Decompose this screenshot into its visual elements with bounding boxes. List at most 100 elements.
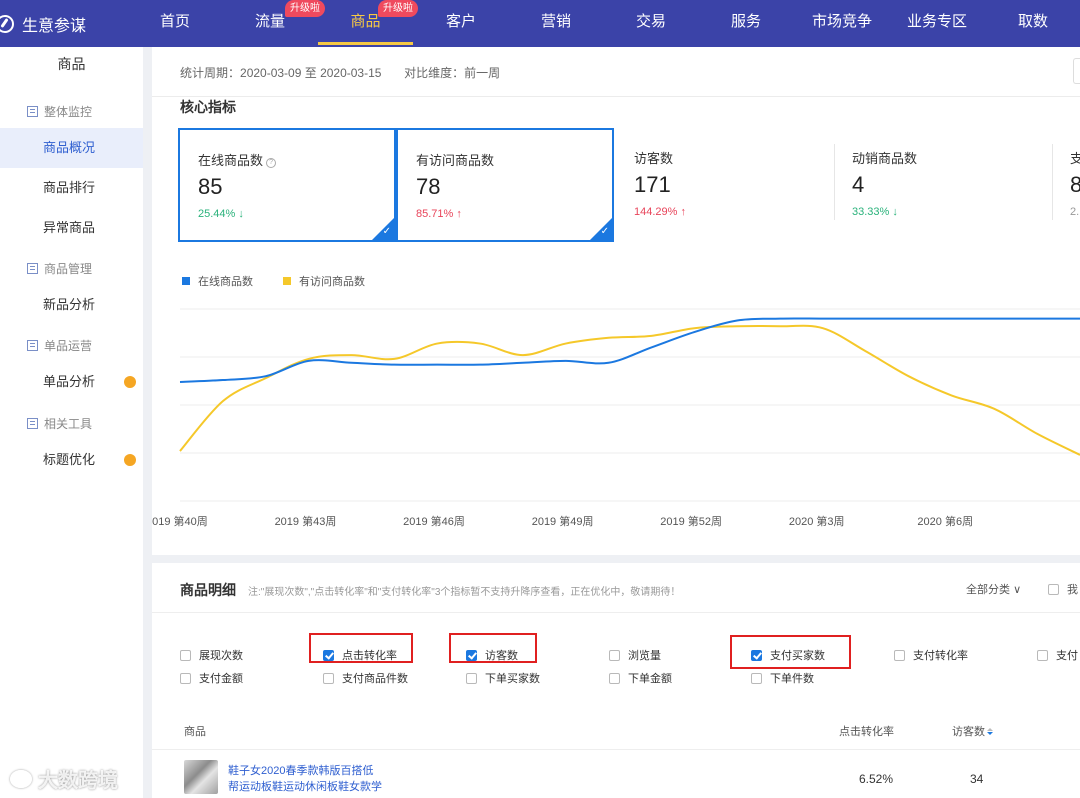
option-label: 支付商品件数 (342, 673, 408, 685)
checkbox[interactable] (894, 649, 905, 661)
kpi-label: 在线商品数? (198, 150, 277, 169)
compare-value[interactable]: 前一周 (464, 66, 500, 80)
table-row: 鞋子女2020春季款韩版百搭低 帮运动板鞋运动休闲板鞋女款学 6.52% 34 (152, 749, 1080, 798)
brand[interactable]: 生意参谋 (0, 0, 86, 47)
sidebar-item-overview[interactable]: 商品概况 (0, 128, 143, 168)
kpi-payment[interactable]: 支 8 2. (1052, 128, 1080, 242)
sidebar-group-label: 单品运营 (44, 339, 93, 353)
period-text: 统计周期：2020-03-09 至 2020-03-15 对比维度：前一周 (180, 64, 500, 81)
sidebar-item-label: 标题优化 (43, 452, 96, 467)
kpi-online-products[interactable]: 在线商品数? 85 25.44% ✓ (178, 128, 396, 242)
kpi-visited-products[interactable]: 有访问商品数 78 85.71% ✓ (396, 128, 614, 242)
arrow-up-icon (681, 206, 687, 218)
kpi-label: 支 (1070, 151, 1080, 166)
brand-name: 生意参谋 (22, 17, 87, 35)
building-icon (27, 263, 38, 274)
product-name-line: 帮运动板鞋运动休闲板鞋女款学 (228, 781, 382, 793)
kpi-change-value: 85.71% (416, 208, 454, 220)
nav-marketing[interactable]: 营销 (541, 0, 571, 47)
checkbox[interactable] (323, 672, 334, 684)
option-payment-amount[interactable]: 支付金额 (180, 670, 243, 686)
category-label: 全部分类 (966, 584, 1010, 596)
checkbox[interactable] (180, 649, 191, 661)
checkbox[interactable] (751, 672, 762, 684)
option-order-items[interactable]: 下单件数 (751, 670, 814, 686)
sidebar-group-label: 商品管理 (44, 262, 93, 276)
check-icon: ✓ (600, 226, 609, 237)
col-click-rate[interactable]: 点击转化率 (839, 723, 894, 739)
sidebar-item-label: 商品概况 (43, 140, 96, 155)
legend-item[interactable]: 在线商品数 (182, 273, 253, 289)
legend-item[interactable]: 有访问商品数 (283, 273, 365, 289)
sidebar-title: 商品 (57, 56, 86, 72)
nav-label: 首页 (160, 13, 191, 30)
option-label: 展现次数 (199, 650, 243, 662)
checkbox[interactable] (466, 672, 477, 684)
date-picker-edge[interactable] (1073, 58, 1080, 84)
option-order-amount[interactable]: 下单金额 (609, 670, 672, 686)
col-product: 商品 (184, 726, 206, 738)
option-payment-rate[interactable]: 支付转化率 (894, 647, 968, 663)
sidebar-item-single-analysis[interactable]: 单品分析 (0, 362, 143, 402)
kpi-visitors[interactable]: 访客数 171 144.29% (616, 128, 834, 242)
kpi-label: 有访问商品数 (416, 153, 495, 168)
trend-line-chart: 2019 第40周 2019 第43周 2019 第46周 2019 第49周 2019… (152, 308, 1080, 527)
nav-label: 商品 (350, 13, 381, 30)
my-checkbox[interactable]: 我 (1048, 581, 1078, 597)
checkbox[interactable] (1037, 649, 1048, 661)
option-label: 下单件数 (770, 673, 814, 685)
sidebar-group-management: 商品管理 (27, 260, 92, 277)
nav-label: 业务专区 (906, 13, 967, 30)
sidebar-item-label: 商品排行 (43, 180, 96, 195)
checkbox[interactable] (609, 649, 620, 661)
option-order-buyers[interactable]: 下单买家数 (466, 670, 540, 686)
upgrade-badge: 升级啦 (378, 0, 418, 17)
nav-traffic[interactable]: 流量 (255, 0, 285, 47)
watermark-text: 大数跨境 (38, 770, 118, 792)
sidebar-item-abnormal[interactable]: 异常商品 (0, 208, 143, 248)
sidebar: 商品 整体监控 商品概况 商品排行 异常商品 商品管理 新品分析 单品运营 单品… (0, 47, 143, 798)
kpi-change: 33.33% (852, 206, 898, 218)
sidebar-item-title-optimize[interactable]: 标题优化 (0, 440, 143, 480)
nav-data-fetch[interactable]: 取数 (1017, 0, 1049, 47)
nav-trade[interactable]: 交易 (636, 0, 666, 47)
help-icon[interactable]: ? (266, 158, 277, 168)
sidebar-group-label: 整体监控 (44, 105, 93, 119)
legend-label: 在线商品数 (198, 276, 253, 288)
option-label: 浏览量 (628, 650, 661, 662)
sidebar-item-new-product[interactable]: 新品分析 (0, 285, 143, 325)
nav-home[interactable]: 首页 (160, 0, 190, 47)
check-icon: ✓ (382, 226, 391, 237)
nav-label: 市场竞争 (811, 13, 872, 30)
option-payment-cut[interactable]: 支付 (1037, 647, 1078, 663)
col-visitors[interactable]: 访客数 (952, 723, 993, 739)
checkbox[interactable] (180, 672, 191, 684)
period-bar: 统计周期：2020-03-09 至 2020-03-15 对比维度：前一周 (152, 47, 1080, 97)
sort-icon[interactable] (987, 728, 993, 736)
nav-label: 交易 (636, 13, 667, 30)
nav-business-zone[interactable]: 业务专区 (906, 0, 968, 47)
highlight-box (449, 633, 537, 663)
option-pageviews[interactable]: 浏览量 (609, 647, 661, 663)
period-range[interactable]: 2020-03-09 至 2020-03-15 (240, 66, 381, 80)
nav-market-competition[interactable]: 市场竞争 (811, 0, 873, 47)
category-dropdown[interactable]: 全部分类 ∨ (966, 581, 1021, 597)
sidebar-item-ranking[interactable]: 商品排行 (0, 168, 143, 208)
checkbox[interactable] (609, 672, 620, 684)
x-tick-label: 2019 第52周 (660, 514, 722, 527)
nav-service[interactable]: 服务 (731, 0, 761, 47)
product-name-link[interactable]: 鞋子女2020春季款韩版百搭低 帮运动板鞋运动休闲板鞋女款学 (228, 763, 382, 795)
option-paid-items[interactable]: 支付商品件数 (323, 670, 408, 686)
option-impressions[interactable]: 展现次数 (180, 647, 243, 663)
checkbox[interactable] (1048, 583, 1059, 595)
option-label: 下单金额 (628, 673, 672, 685)
product-thumbnail[interactable] (184, 760, 218, 794)
product-name-line: 鞋子女2020春季款韩版百搭低 (228, 765, 374, 777)
watermark-logo-icon (10, 769, 32, 788)
kpi-selling-products[interactable]: 动销商品数 4 33.33% (834, 128, 1052, 242)
option-label: 支付转化率 (913, 650, 968, 662)
nav-customer[interactable]: 客户 (446, 0, 476, 47)
kpi-value: 171 (634, 172, 671, 197)
top-nav: 生意参谋 首页 流量 升级啦 商品 升级啦 客户 营销 交易 服务 市场竞争 业… (0, 0, 1080, 47)
x-tick-label: 2020 第6周 (917, 514, 973, 527)
